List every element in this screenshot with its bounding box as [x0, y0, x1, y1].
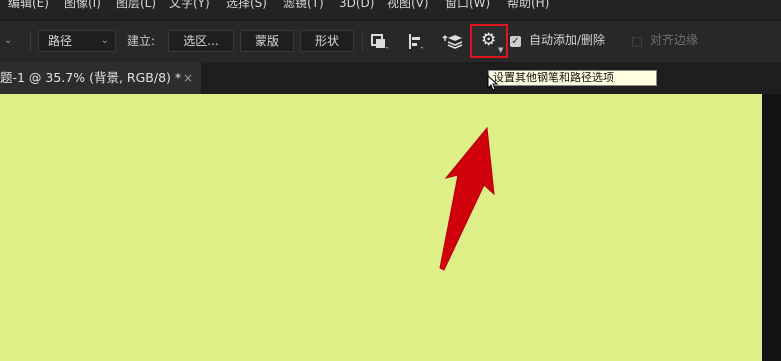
menu-bar: 编辑(E) 图像(I) 图层(L) 文字(Y) 选择(S) 滤镜(T) 3D(D…: [0, 0, 781, 19]
build-label: 建立:: [127, 34, 156, 48]
menu-type[interactable]: 文字(Y): [169, 0, 210, 9]
mouse-cursor-icon: [487, 75, 499, 91]
path-operations-icon[interactable]: [371, 34, 389, 53]
tooltip: 设置其他钢笔和路径选项: [488, 70, 657, 86]
document-canvas[interactable]: [0, 94, 762, 361]
menu-help[interactable]: 帮助(H): [507, 0, 549, 9]
document-tab-bar: 题-1 @ 35.7% (背景, RGB/8) * ×: [0, 62, 781, 94]
make-shape-button[interactable]: 形状: [300, 30, 354, 52]
gear-icon: ⚙: [481, 30, 497, 50]
chevron-down-icon[interactable]: ⌄: [4, 33, 12, 49]
menu-select[interactable]: 选择(S): [226, 0, 267, 9]
make-mask-button[interactable]: 蒙版: [240, 30, 294, 52]
divider: [362, 31, 363, 51]
menu-image[interactable]: 图像(I): [64, 0, 101, 9]
menu-3d[interactable]: 3D(D): [339, 0, 374, 9]
chevron-down-icon: ▼: [498, 46, 504, 54]
menu-window[interactable]: 窗口(W): [445, 0, 490, 9]
menu-filter[interactable]: 滤镜(T): [283, 0, 324, 9]
menu-edit[interactable]: 编辑(E): [8, 0, 49, 9]
document-tab-title: 题-1 @ 35.7% (背景, RGB/8) *: [0, 70, 182, 85]
path-mode-value: 路径: [48, 34, 73, 48]
auto-add-delete-label: 自动添加/删除: [529, 33, 606, 47]
divider: [30, 31, 31, 51]
pen-path-settings-button[interactable]: ⚙ ▼: [470, 24, 508, 58]
align-edges-checkbox[interactable]: [632, 37, 642, 47]
path-mode-select[interactable]: 路径 ⌄: [38, 30, 116, 52]
canvas-scrollbar[interactable]: [762, 94, 781, 361]
menu-view[interactable]: 视图(V): [387, 0, 429, 9]
make-selection-button[interactable]: 选区...: [168, 30, 234, 52]
auto-add-delete-checkbox[interactable]: ✓: [510, 36, 521, 47]
close-icon[interactable]: ×: [183, 62, 193, 94]
path-arrangement-icon[interactable]: [442, 33, 464, 54]
path-alignment-icon[interactable]: [407, 33, 425, 54]
document-tab[interactable]: 题-1 @ 35.7% (背景, RGB/8) * ×: [0, 62, 201, 94]
chevron-down-icon: ⌄: [100, 35, 109, 46]
align-edges-label: 对齐边缘: [650, 33, 699, 47]
menu-layer[interactable]: 图层(L): [116, 0, 156, 9]
